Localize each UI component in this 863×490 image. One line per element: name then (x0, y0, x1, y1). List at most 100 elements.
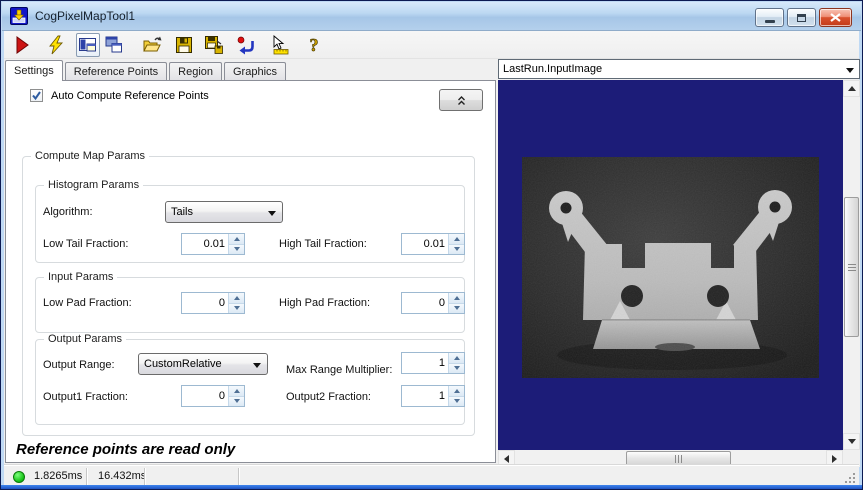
tab-graphics-label: Graphics (233, 65, 278, 78)
vertical-scrollbar[interactable] (843, 80, 860, 450)
algorithm-value: Tails (171, 206, 194, 218)
low-pad-fraction-spinner[interactable] (181, 292, 245, 314)
scroll-down-button[interactable] (843, 433, 860, 450)
max-range-multiplier-input[interactable] (402, 353, 448, 373)
spin-up-button[interactable] (229, 386, 244, 397)
status-separator (86, 468, 87, 485)
collapse-button[interactable] (439, 89, 483, 111)
tab-region[interactable]: Region (169, 62, 222, 80)
pointer-measure-button[interactable] (268, 33, 292, 57)
tab-settings[interactable]: Settings (5, 60, 63, 81)
run-button[interactable] (10, 33, 34, 57)
max-range-multiplier-label: Max Range Multiplier: (286, 364, 393, 376)
spin-down-button[interactable] (449, 244, 464, 254)
status-separator (238, 468, 239, 485)
low-tail-fraction-spinner[interactable] (181, 233, 245, 255)
image-source-selector[interactable]: LastRun.InputImage (498, 59, 860, 79)
high-tail-fraction-label: High Tail Fraction: (279, 238, 367, 250)
spin-up-button[interactable] (449, 293, 464, 304)
arrow-up-icon (847, 86, 856, 91)
reset-icon (237, 36, 254, 54)
high-tail-fraction-input[interactable] (402, 234, 448, 254)
output-params-label: Output Params (44, 333, 126, 345)
reset-tool-button[interactable] (234, 33, 258, 57)
spin-down-button[interactable] (449, 303, 464, 313)
float-window-button[interactable] (102, 33, 126, 57)
statusbar: 1.8265ms 16.432ms (4, 464, 859, 487)
check-icon (32, 91, 41, 101)
max-range-multiplier-spinner[interactable] (401, 352, 465, 374)
spin-down-icon (233, 399, 240, 404)
high-pad-fraction-input[interactable] (402, 293, 448, 313)
close-button[interactable] (819, 8, 852, 27)
auto-compute-checkbox[interactable] (30, 89, 43, 102)
tab-reference-points[interactable]: Reference Points (64, 62, 168, 80)
auto-compute-label: Auto Compute Reference Points (51, 89, 209, 102)
spin-up-icon (233, 295, 240, 300)
scroll-up-button[interactable] (843, 80, 860, 97)
show-result-toggle-button[interactable] (76, 32, 100, 57)
spin-up-button[interactable] (449, 234, 464, 245)
spin-down-icon (453, 366, 460, 371)
chevron-down-icon (846, 68, 854, 73)
tab-settings-label: Settings (14, 65, 54, 77)
tab-reference-points-label: Reference Points (73, 65, 159, 78)
toolbar: ? (4, 31, 859, 59)
high-pad-fraction-label: High Pad Fraction: (279, 297, 371, 309)
output1-fraction-spinner[interactable] (181, 385, 245, 407)
spin-up-button[interactable] (229, 293, 244, 304)
spin-down-icon (233, 247, 240, 252)
spin-down-icon (453, 247, 460, 252)
save-as-button[interactable] (202, 33, 226, 57)
resize-grip[interactable] (844, 472, 857, 485)
chevron-up-double-icon (457, 95, 465, 105)
output2-fraction-spinner[interactable] (401, 385, 465, 407)
maximize-button[interactable] (787, 8, 816, 27)
spin-up-icon (453, 236, 460, 241)
spin-up-icon (453, 295, 460, 300)
open-folder-icon (143, 36, 162, 51)
spin-up-button[interactable] (449, 386, 464, 397)
maximize-icon (797, 13, 806, 22)
vertical-scroll-thumb[interactable] (844, 197, 859, 337)
help-icon: ? (309, 35, 319, 55)
spin-up-button[interactable] (449, 353, 464, 364)
tabstrip: Settings Reference Points Region Graphic… (5, 59, 288, 81)
output2-fraction-input[interactable] (402, 386, 448, 406)
output1-fraction-input[interactable] (182, 386, 228, 406)
spin-buttons (448, 234, 464, 254)
high-tail-fraction-spinner[interactable] (401, 233, 465, 255)
spin-up-icon (453, 355, 460, 360)
thumb-grip (847, 263, 856, 265)
output-range-combobox[interactable]: CustomRelative (138, 353, 268, 375)
high-pad-fraction-spinner[interactable] (401, 292, 465, 314)
thumb-grip (675, 454, 676, 463)
spin-down-button[interactable] (229, 303, 244, 313)
low-tail-fraction-input[interactable] (182, 234, 228, 254)
tab-graphics[interactable]: Graphics (224, 62, 287, 80)
low-pad-fraction-input[interactable] (182, 293, 228, 313)
algorithm-combobox[interactable]: Tails (165, 201, 283, 223)
titlebar: CogPixelMapTool1 (2, 2, 861, 31)
thumb-grip (678, 454, 679, 463)
save-as-icon (205, 35, 223, 54)
minimize-button[interactable] (755, 8, 784, 27)
help-button[interactable]: ? (302, 33, 326, 57)
open-file-button[interactable] (140, 33, 164, 57)
tab-region-label: Region (178, 65, 213, 78)
spin-down-button[interactable] (449, 363, 464, 373)
window-controls (755, 8, 852, 27)
spin-down-button[interactable] (229, 244, 244, 254)
arrow-left-icon (504, 454, 509, 463)
window-frame-bottom (1, 485, 862, 489)
svg-text:?: ? (310, 35, 319, 55)
electric-run-button[interactable] (44, 33, 68, 57)
spin-buttons (448, 293, 464, 313)
spin-down-button[interactable] (449, 396, 464, 406)
spin-down-icon (233, 306, 240, 311)
spin-down-button[interactable] (229, 396, 244, 406)
save-button[interactable] (172, 33, 196, 57)
spin-up-icon (233, 236, 240, 241)
close-icon (830, 13, 841, 22)
spin-up-button[interactable] (229, 234, 244, 245)
